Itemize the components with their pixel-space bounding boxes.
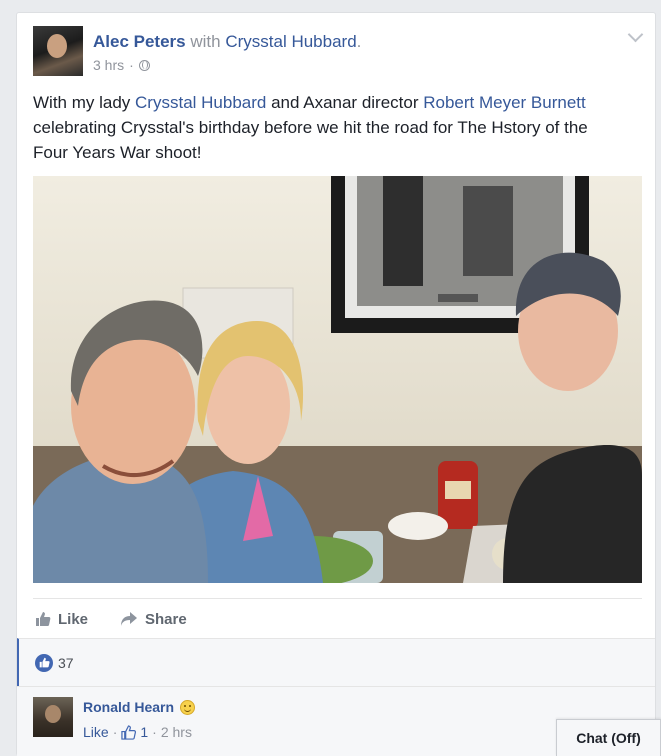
author-avatar[interactable] <box>33 26 83 76</box>
comment-sep: · <box>152 724 157 740</box>
post-timestamp[interactable]: 3 hrs <box>93 57 124 73</box>
author-name[interactable]: Alec Peters <box>93 32 186 51</box>
photo-illustration <box>33 176 642 583</box>
chevron-down-icon[interactable] <box>627 26 644 43</box>
comment-meta: Like · 1 · 2 hrs <box>83 724 192 740</box>
share-icon <box>121 612 138 626</box>
share-button[interactable]: Share <box>118 611 187 628</box>
post-link-crysstal[interactable]: Crysstal Hubbard <box>135 93 266 112</box>
comment-like-link[interactable]: Like <box>83 724 109 740</box>
comment-like-count[interactable]: 1 <box>140 724 148 740</box>
post-text: With my lady Crysstal Hubbard and Axanar… <box>33 90 623 165</box>
post-actions: Like Share <box>33 598 642 639</box>
with-text: with <box>190 32 221 51</box>
share-label: Share <box>145 610 187 628</box>
like-label: Like <box>58 610 89 628</box>
reactions-row: 37 <box>17 638 655 686</box>
header-period: . <box>356 32 362 51</box>
comment-time[interactable]: 2 hrs <box>161 724 192 740</box>
comment-sep: · <box>112 724 118 740</box>
post-card: Alec Peters with Crysstal Hubbard. 3 hrs… <box>16 12 656 756</box>
post-header: Alec Peters with Crysstal Hubbard. <box>93 32 361 52</box>
tagged-person[interactable]: Crysstal Hubbard <box>225 32 356 51</box>
post-meta: 3 hrs · <box>93 57 150 73</box>
post-text-part: With my lady <box>33 93 136 112</box>
smiley-icon <box>180 699 196 715</box>
like-icon <box>36 612 51 626</box>
comment-like-icon[interactable] <box>121 724 137 740</box>
globe-icon[interactable] <box>138 59 150 71</box>
like-bubble-thumb <box>39 657 50 668</box>
reaction-count[interactable]: 37 <box>58 655 74 671</box>
like-bubble-icon[interactable] <box>35 653 53 672</box>
post-text-part: and Axanar director <box>266 93 424 112</box>
commenter-name[interactable]: Ronald Hearn <box>83 699 174 715</box>
like-button[interactable]: Like <box>33 611 88 628</box>
meta-separator: · <box>129 57 134 73</box>
post-photo[interactable] <box>33 176 642 583</box>
commenter-name-row: Ronald Hearn <box>83 699 196 715</box>
post-text-part: celebrating Crysstal's birthday before w… <box>33 118 588 162</box>
commenter-avatar[interactable] <box>33 697 73 737</box>
post-link-robert[interactable]: Robert Meyer Burnett <box>423 93 586 112</box>
chat-button[interactable]: Chat (Off) <box>556 719 661 756</box>
